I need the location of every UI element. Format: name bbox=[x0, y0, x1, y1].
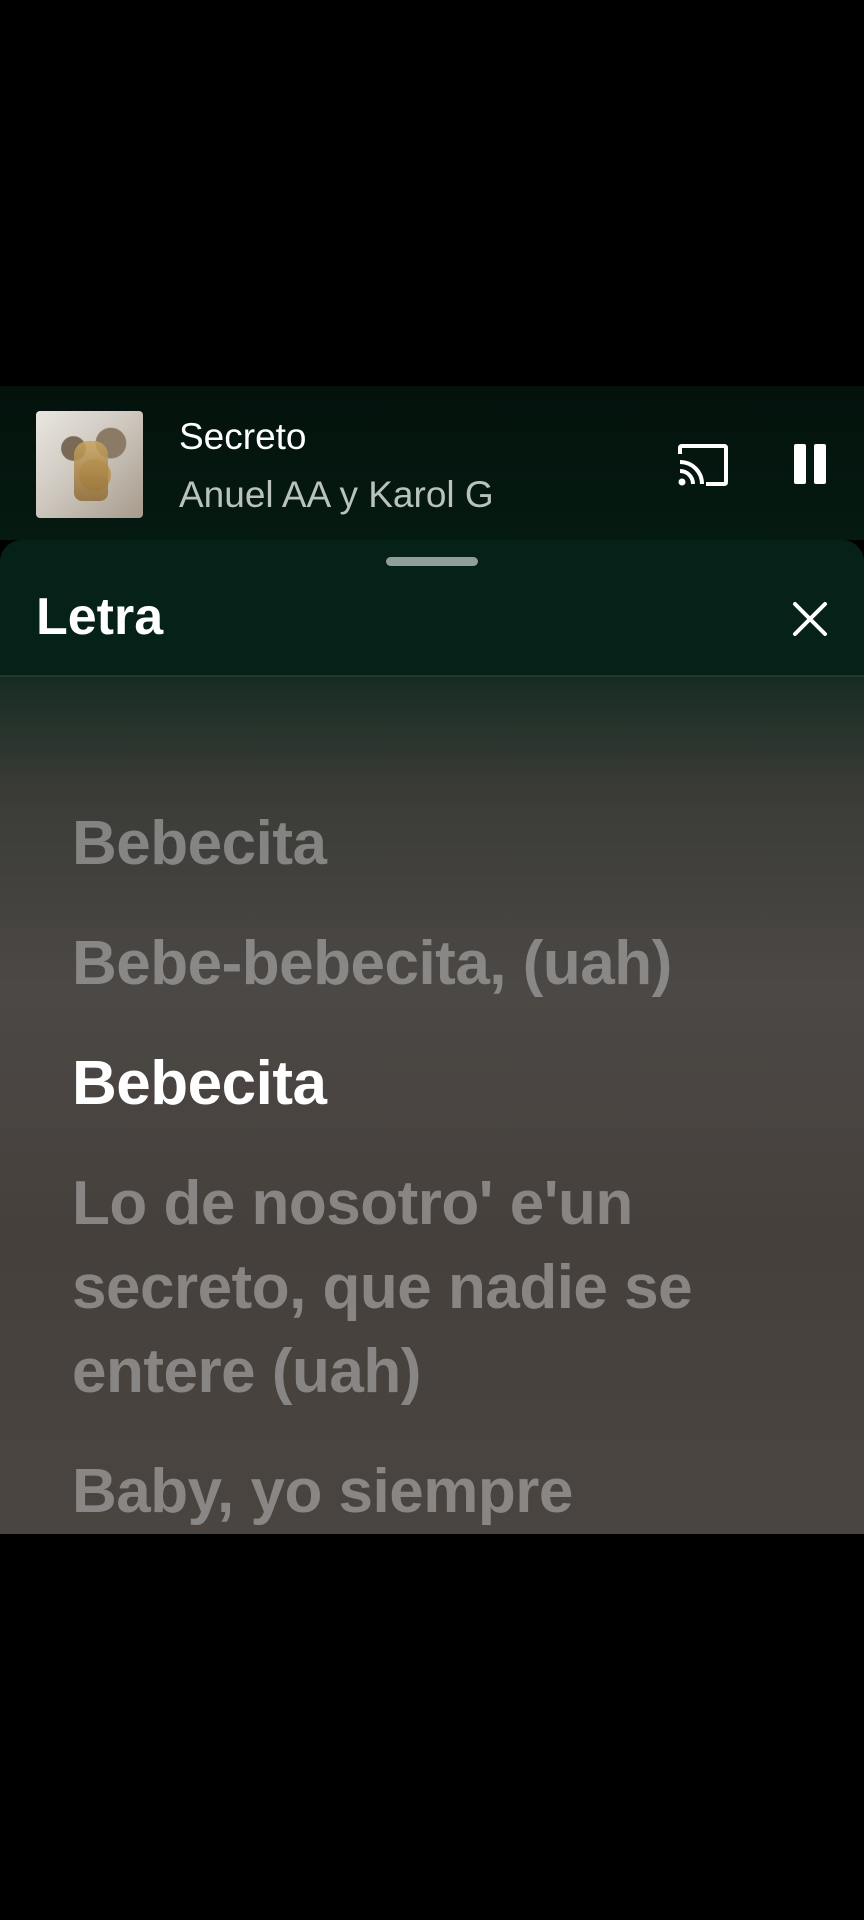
now-playing-bar[interactable]: Secreto Anuel AA y Karol G bbox=[0, 386, 864, 540]
pause-icon bbox=[794, 444, 806, 484]
track-artist[interactable]: Anuel AA y Karol G bbox=[179, 474, 494, 516]
cast-button[interactable] bbox=[676, 442, 730, 488]
lyric-line[interactable]: Baby, yo siempre bbox=[72, 1450, 832, 1534]
close-button[interactable] bbox=[787, 596, 833, 642]
screen: Secreto Anuel AA y Karol G Letra Bebecit… bbox=[0, 0, 864, 1920]
close-icon bbox=[793, 602, 827, 636]
pause-icon-bar bbox=[814, 444, 826, 484]
lyrics-header: Letra bbox=[0, 540, 864, 677]
lyrics-sheet: Letra Bebecita Bebe-bebecita, (uah) Bebeci… bbox=[0, 540, 864, 1534]
lyrics-title: Letra bbox=[36, 588, 164, 646]
cast-icon bbox=[678, 444, 728, 486]
lyric-line[interactable]: Bebecita bbox=[72, 802, 832, 886]
album-art-figure bbox=[74, 441, 108, 501]
album-art[interactable] bbox=[36, 411, 143, 518]
track-title[interactable]: Secreto bbox=[179, 416, 307, 458]
lyric-line[interactable]: Bebe-bebecita, (uah) bbox=[72, 922, 832, 1006]
drag-handle[interactable] bbox=[386, 557, 478, 566]
lyrics-list: Bebecita Bebe-bebecita, (uah) Bebecita Lo d… bbox=[72, 802, 832, 1534]
lyric-line[interactable]: Lo de nosotro' e'un secreto, que nadie s… bbox=[72, 1162, 832, 1414]
pause-button[interactable] bbox=[788, 436, 832, 492]
lyric-line-active[interactable]: Bebecita bbox=[72, 1042, 832, 1126]
